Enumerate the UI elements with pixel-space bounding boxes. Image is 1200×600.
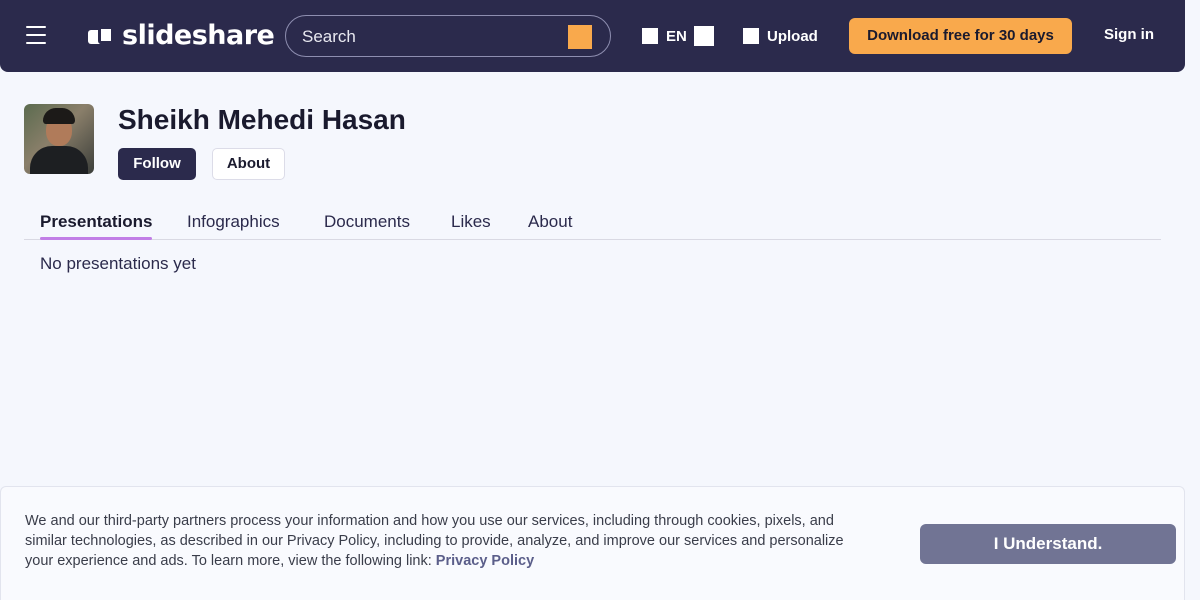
upload-icon: [743, 28, 759, 44]
tab-documents[interactable]: Documents: [324, 212, 410, 232]
search-input[interactable]: [302, 25, 562, 49]
privacy-policy-link[interactable]: Privacy Policy: [436, 553, 534, 569]
profile-name: Sheikh Mehedi Hasan: [118, 104, 406, 135]
tab-infographics[interactable]: Infographics: [187, 212, 280, 232]
tab-about[interactable]: About: [528, 212, 572, 232]
language-label: EN: [666, 27, 687, 45]
upload-button[interactable]: Upload: [743, 26, 818, 46]
follow-button[interactable]: Follow: [118, 148, 196, 180]
empty-state-message: No presentations yet: [40, 254, 196, 273]
cookie-consent-body: We and our third-party partners process …: [25, 513, 844, 569]
tab-presentations[interactable]: Presentations: [40, 212, 153, 240]
chevron-down-icon: [693, 26, 714, 46]
cookie-consent-text: We and our third-party partners process …: [25, 511, 875, 571]
download-free-trial-button[interactable]: Download free for 30 days: [849, 18, 1072, 54]
slideshare-logo[interactable]: slideshare: [88, 18, 275, 52]
i-understand-button[interactable]: I Understand.: [920, 524, 1176, 564]
about-button[interactable]: About: [212, 148, 285, 180]
search-box: [285, 15, 611, 57]
tab-likes[interactable]: Likes: [451, 212, 491, 232]
sign-in-link[interactable]: Sign in: [1104, 26, 1154, 43]
language-selector[interactable]: EN: [642, 26, 714, 46]
upload-label: Upload: [767, 27, 818, 45]
search-icon[interactable]: [568, 25, 592, 49]
top-navigation-bar: slideshare EN Upload Download free for 3…: [0, 0, 1185, 72]
slideshare-logo-icon: [88, 24, 114, 46]
logo-text: slideshare: [122, 19, 275, 51]
globe-icon: [642, 28, 658, 44]
profile-tabs: Presentations Infographics Documents Lik…: [24, 210, 1161, 240]
avatar: [24, 104, 94, 174]
menu-icon[interactable]: [26, 26, 46, 44]
cookie-consent-banner: We and our third-party partners process …: [0, 486, 1185, 600]
